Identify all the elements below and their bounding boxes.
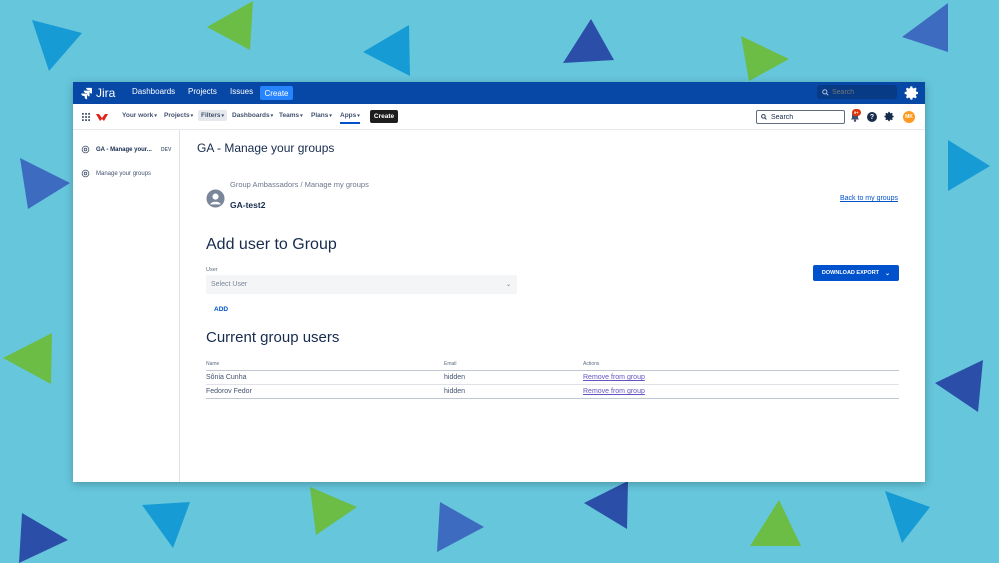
nav-filters-label: Filters [201, 112, 221, 119]
jira-logo-icon [81, 87, 92, 99]
download-export-label: DOWNLOAD EXPORT [821, 270, 880, 276]
nav-plans-label: Plans [311, 112, 329, 119]
jira-logo-text: Jira [96, 86, 116, 100]
sidebar-app-title[interactable]: GA - Manage your... [81, 145, 152, 154]
topbar-link-issues[interactable]: Issues [230, 87, 253, 96]
sidebar-item-label: Manage your groups [96, 170, 152, 177]
user-field-label: User [206, 267, 218, 273]
table-header-divider [206, 370, 899, 371]
add-button[interactable]: ADD [214, 306, 228, 313]
settings-gear-icon[interactable] [884, 111, 895, 122]
nav-apps[interactable]: Apps ▾ [340, 112, 360, 124]
download-export-button[interactable]: DOWNLOAD EXPORT ⌄ [813, 265, 899, 281]
row-divider [206, 384, 899, 385]
app-gear-icon [81, 145, 90, 154]
topbar-settings-gear-icon[interactable] [904, 85, 920, 101]
add-user-heading: Add user to Group [206, 236, 337, 253]
chevron-down-icon: ▾ [154, 112, 157, 119]
chevron-down-icon: ▾ [190, 112, 194, 119]
search-icon [822, 88, 829, 96]
chevron-down-icon: ▾ [329, 112, 332, 119]
column-header-name: Name [206, 361, 220, 367]
topbar-create-button[interactable]: Create [260, 86, 293, 100]
user-select[interactable]: Select User ⌄ [206, 275, 517, 294]
nav-create-button[interactable]: Create [370, 110, 398, 123]
help-icon[interactable]: ? [867, 112, 877, 122]
sidebar-app-title-label: GA - Manage your... [96, 146, 152, 153]
notifications-badge: 9+ [852, 109, 861, 116]
nav-apps-label: Apps [340, 112, 357, 119]
topbar-search[interactable] [817, 85, 897, 99]
nav-your-work-label: Your work [122, 112, 154, 119]
topbar-link-projects[interactable]: Projects [188, 87, 217, 96]
topbar-search-input[interactable] [832, 88, 894, 96]
app-gear-icon [81, 169, 90, 178]
user-select-placeholder: Select User [211, 281, 248, 288]
nav-teams[interactable]: Teams ▾ [279, 112, 303, 119]
nav-dashboards[interactable]: Dashboards ▾ [232, 112, 273, 119]
nav-plans[interactable]: Plans ▾ [311, 112, 332, 119]
browser-window: Jira Dashboards Projects Issues Create Y… [73, 82, 925, 482]
column-header-actions: Actions [583, 361, 600, 367]
row-1-remove-from-group-link[interactable]: Remove from group [583, 374, 645, 381]
row-1-name: Sônia Cunha [206, 374, 247, 381]
nav-your-work[interactable]: Your work ▾ [122, 112, 157, 119]
nav-dashboards-label: Dashboards [232, 112, 270, 119]
group-avatar-icon [206, 189, 225, 208]
chevron-down-icon: ▾ [300, 112, 303, 119]
nav-projects[interactable]: Projects ▾ [164, 112, 193, 119]
user-avatar[interactable]: MK [903, 111, 915, 123]
topbar-link-dashboards[interactable]: Dashboards [132, 87, 175, 96]
nav-search[interactable] [756, 110, 845, 124]
app-switcher-icon[interactable] [82, 113, 90, 121]
nav-projects-label: Projects [164, 112, 190, 119]
chevron-down-icon: ▾ [221, 112, 225, 119]
site-logo-icon[interactable] [96, 113, 108, 122]
search-icon [761, 114, 767, 120]
jira-navigation-bar: Your work ▾ Projects ▾ Filters ▾ Dashboards… [73, 104, 925, 130]
column-header-email: Email [444, 361, 457, 367]
chevron-down-icon: ▾ [357, 112, 360, 119]
nav-teams-label: Teams [279, 112, 300, 119]
page-title: GA - Manage your groups [197, 141, 335, 155]
row-1-email: hidden [444, 374, 466, 381]
table-bottom-divider [206, 398, 899, 399]
row-2-email: hidden [444, 388, 466, 395]
current-users-heading: Current group users [206, 329, 340, 346]
jira-logo[interactable]: Jira [80, 85, 115, 101]
back-to-my-groups-link[interactable]: Back to my groups [840, 195, 898, 202]
sidebar: GA - Manage your... DEV Manage your grou… [73, 130, 180, 482]
nav-filters[interactable]: Filters ▾ [198, 110, 228, 121]
row-2-name: Fedorov Fedor [206, 388, 252, 395]
nav-search-input[interactable] [771, 113, 843, 121]
main-content: GA - Manage your groups Group Ambassador… [181, 130, 925, 482]
dev-badge: DEV [161, 147, 172, 153]
chevron-down-icon: ▾ [270, 112, 274, 119]
sidebar-item-manage-your-groups[interactable]: Manage your groups [81, 169, 151, 178]
row-2-remove-from-group-link[interactable]: Remove from group [583, 388, 645, 395]
jira-top-bar: Jira Dashboards Projects Issues Create [73, 82, 925, 104]
chevron-down-icon: ⌄ [505, 282, 511, 288]
group-name: GA-test2 [230, 200, 266, 210]
breadcrumb[interactable]: Group Ambassadors / Manage my groups [230, 180, 369, 189]
chevron-down-icon: ⌄ [885, 270, 891, 277]
